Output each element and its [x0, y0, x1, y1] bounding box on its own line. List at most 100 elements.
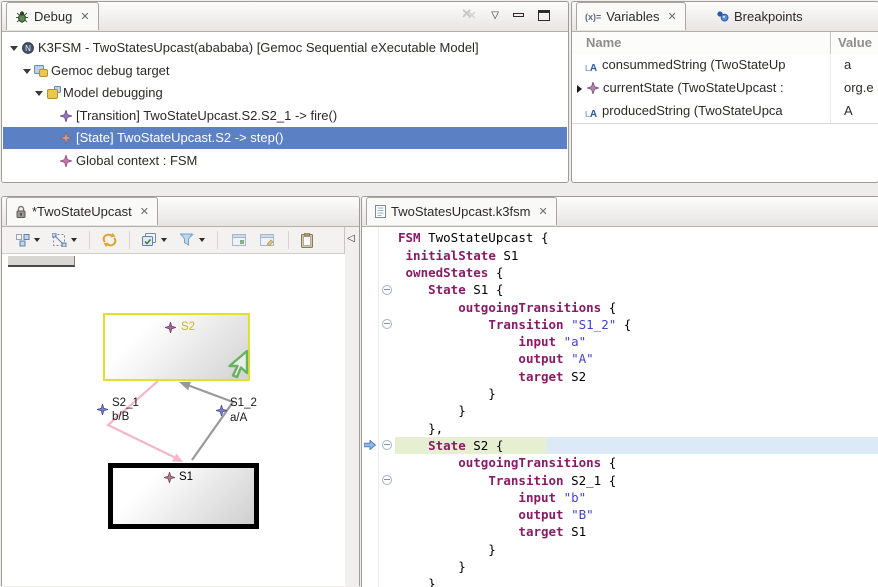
code-line[interactable]: FSM TwoStateUpcast { [398, 229, 549, 246]
code-line[interactable]: State S2 { [398, 437, 503, 454]
debug-view: Debug ✕ ✕ ✕ ▽ N K3FSM - TwoStatesUpcast(… [1, 1, 569, 183]
code-line[interactable]: input "a" [398, 333, 586, 350]
tab-diagram[interactable]: *TwoStateUpcast ✕ [6, 197, 158, 225]
code-text-area[interactable]: FSM TwoStateUpcast { initialState S1 own… [395, 227, 878, 587]
variables-header: Name Value [572, 32, 878, 55]
arrange-icon[interactable] [16, 234, 30, 247]
tab-diagram-close-icon[interactable]: ✕ [140, 205, 149, 218]
window-edit-icon[interactable] [260, 234, 274, 246]
expander-icon[interactable] [23, 69, 31, 74]
diagram-toolbar [2, 227, 359, 254]
tab-breakpoints-label: Breakpoints [734, 9, 803, 24]
code-line[interactable]: target S1 [398, 523, 586, 540]
code-line[interactable]: Transition S2_1 { [398, 472, 616, 489]
debug-tree-row[interactable]: N K3FSM - TwoStatesUpcast(abababa) [Gemo… [3, 37, 567, 59]
debug-tree-label: [Transition] TwoStateUpcast.S2.S2_1 -> f… [76, 108, 337, 123]
window-icon[interactable] [232, 234, 246, 246]
tab-debug-close-icon[interactable]: ✕ [80, 10, 89, 23]
debug-tree-row-stackframe[interactable]: Global context : FSM [3, 150, 567, 172]
stack-frame-icon [60, 155, 72, 167]
maximize-button[interactable] [538, 10, 550, 21]
debug-tree-row-stackframe[interactable]: [Transition] TwoStateUpcast.S2.S2_1 -> f… [3, 105, 567, 127]
debug-tree-row[interactable]: Model debugging [3, 82, 567, 104]
code-line[interactable]: outgoingTransitions { [398, 299, 616, 316]
column-value[interactable]: Value [838, 35, 872, 50]
view-menu-button[interactable]: ▽ [491, 10, 499, 21]
code-line[interactable]: Transition "S1_2" { [398, 316, 631, 333]
debug-target-icon [34, 64, 48, 77]
fold-collapse-icon[interactable] [382, 475, 392, 485]
folding-ruler[interactable] [379, 227, 395, 587]
transition-edge-S1-2[interactable] [182, 383, 233, 460]
arrange-dropdown-icon[interactable] [34, 238, 40, 242]
launch-icon: N [22, 42, 34, 54]
debug-tree-row-stackframe-selected[interactable]: [State] TwoStateUpcast.S2 -> step() [3, 127, 567, 149]
rows-bottom-divider [572, 123, 878, 124]
clipboard-icon[interactable] [301, 233, 314, 248]
tab-k3fsm-file[interactable]: TwoStatesUpcast.k3fsm ✕ [366, 197, 557, 225]
minimize-button[interactable] [513, 13, 524, 17]
tab-k3fsm-label: TwoStatesUpcast.k3fsm [391, 204, 530, 219]
debug-tree-row[interactable]: Gemoc debug target [3, 60, 567, 82]
variable-value: A [844, 103, 853, 118]
code-line[interactable]: State S1 { [398, 281, 503, 298]
expander-icon[interactable] [10, 46, 18, 51]
diagram-canvas[interactable]: S2 S1 S2_1 b/B S1_2 a/A [2, 254, 345, 586]
tab-k3fsm-close-icon[interactable]: ✕ [538, 205, 547, 218]
fold-collapse-icon[interactable] [382, 440, 392, 450]
remove-all-terminated-button[interactable]: ✕ ✕ [461, 8, 477, 22]
state-node-s2[interactable]: S2 [103, 313, 250, 381]
variable-name: currentState (TwoStateUpcast : [603, 80, 784, 95]
filter-dropdown-icon[interactable] [199, 238, 205, 242]
diagram-editor: *TwoStateUpcast ✕ [1, 196, 360, 586]
column-divider[interactable] [830, 32, 831, 54]
variable-row[interactable]: LA consummedString (TwoStateUp a [572, 54, 878, 77]
refresh-icon[interactable] [102, 233, 117, 247]
state-label: S2 [181, 321, 195, 334]
code-line[interactable]: ownedStates { [398, 264, 503, 281]
object-icon [587, 82, 599, 94]
collapse-palette-icon[interactable]: ◁ [347, 233, 355, 244]
palette-strip: ◁ [344, 227, 359, 586]
select-dropdown-icon[interactable] [71, 238, 77, 242]
state-node-s1[interactable]: S1 [108, 463, 259, 529]
code-line[interactable]: } [398, 541, 496, 558]
code-line[interactable]: }, [398, 420, 443, 437]
variable-name: consummedString (TwoStateUp [602, 57, 786, 72]
attribute-icon: LA [585, 105, 597, 120]
expander-icon[interactable] [577, 85, 582, 93]
fold-collapse-icon[interactable] [382, 319, 392, 329]
code-line[interactable]: initialState S1 [398, 247, 518, 264]
select-icon[interactable] [52, 233, 67, 247]
filter-icon[interactable] [179, 233, 195, 247]
tab-variables-close-icon[interactable]: ✕ [668, 10, 677, 23]
code-line[interactable]: output "A" [398, 350, 594, 367]
code-line[interactable]: target S2 [398, 368, 586, 385]
layers-dropdown-icon[interactable] [161, 238, 167, 242]
variable-name: producedString (TwoStateUpca [602, 103, 783, 118]
transition-label-event[interactable]: a/A [230, 412, 247, 425]
transition-label-event[interactable]: b/B [112, 411, 129, 424]
tab-variables[interactable]: (x)= Variables ✕ [576, 2, 686, 30]
fold-collapse-icon[interactable] [382, 285, 392, 295]
variable-row[interactable]: currentState (TwoStateUpcast : org.e [572, 77, 878, 100]
layers-icon[interactable] [142, 233, 157, 247]
transition-label-name[interactable]: S2_1 [112, 397, 139, 410]
attribute-icon: LA [585, 59, 597, 74]
expander-icon[interactable] [35, 91, 43, 96]
variable-row[interactable]: LA producedString (TwoStateUpca A [572, 100, 878, 123]
code-line[interactable]: outgoingTransitions { [398, 454, 616, 471]
code-line[interactable]: input "b" [398, 489, 586, 506]
code-line[interactable]: } [398, 402, 466, 419]
annotation-ruler[interactable] [362, 227, 379, 587]
code-line[interactable]: } [398, 575, 436, 587]
column-name[interactable]: Name [586, 35, 621, 50]
code-line[interactable]: output "B" [398, 506, 594, 523]
tab-debug[interactable]: Debug ✕ [6, 2, 99, 30]
code-line[interactable]: } [398, 558, 466, 575]
tab-breakpoints[interactable]: Breakpoints [708, 2, 811, 30]
transition-label-name[interactable]: S1_2 [230, 397, 257, 410]
debug-tree-label: [State] TwoStateUpcast.S2 -> step() [76, 130, 284, 145]
code-line[interactable]: } [398, 385, 496, 402]
debug-tree-label: Gemoc debug target [51, 63, 170, 78]
